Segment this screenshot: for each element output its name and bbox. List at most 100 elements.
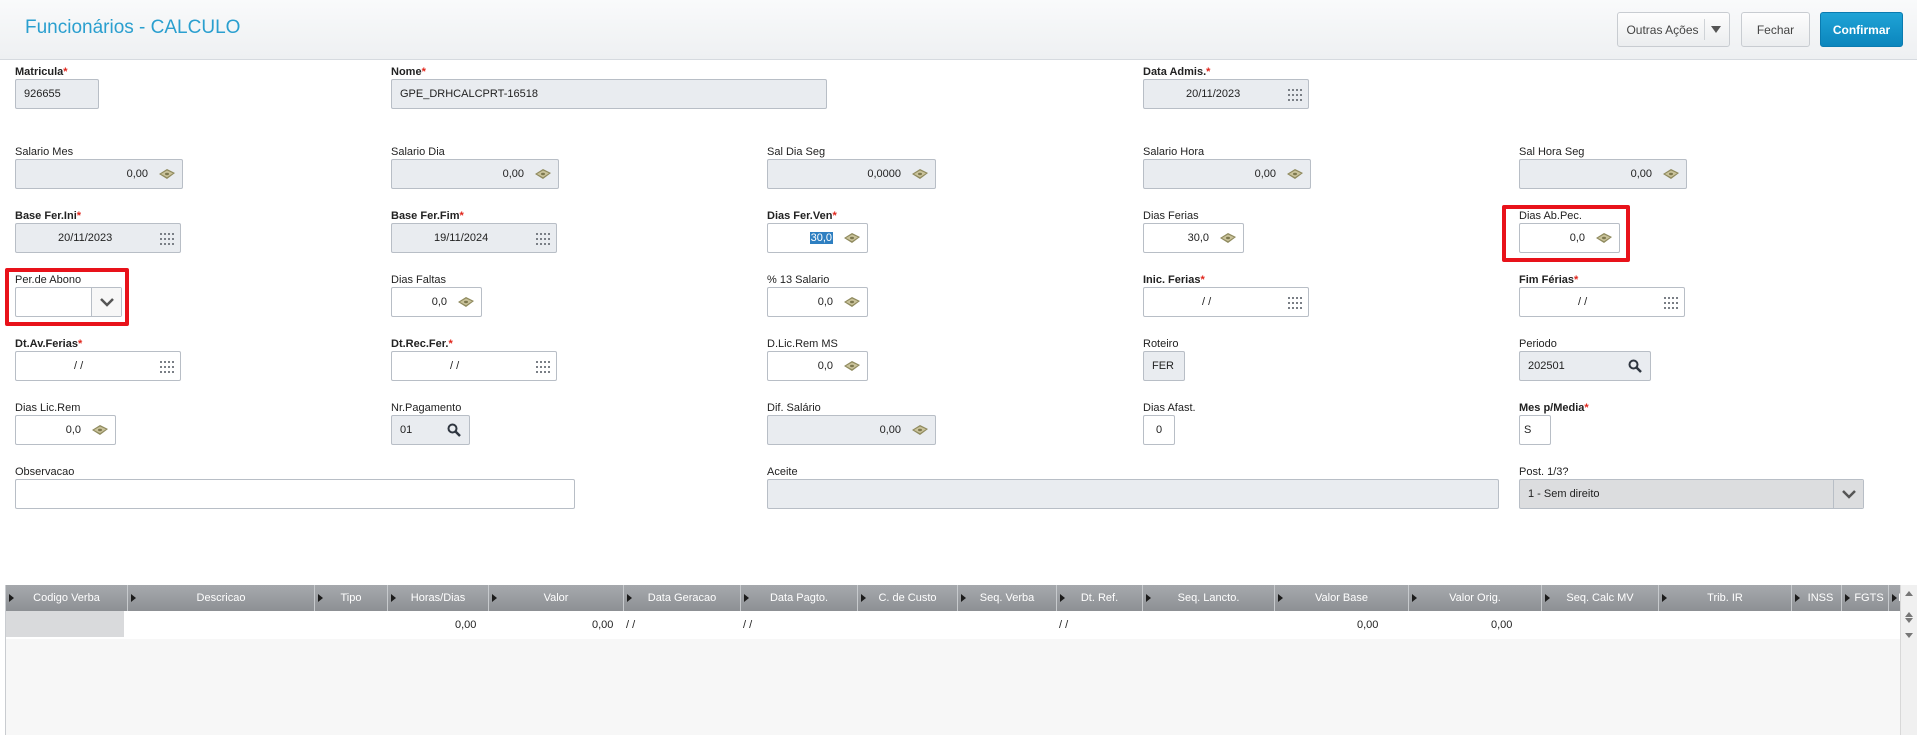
selected-cell[interactable] — [6, 611, 124, 637]
dt-rec-fer-label: Dt.Rec.Fer.* — [391, 338, 453, 350]
money-icon[interactable] — [1662, 168, 1680, 180]
selected-text: 30,0 — [809, 232, 833, 244]
dias-lic-rem-label: Dias Lic.Rem — [15, 402, 81, 414]
dt-rec-fer-field[interactable]: / / — [391, 351, 557, 381]
aceite-field[interactable] — [767, 479, 1499, 509]
calendar-icon[interactable] — [160, 361, 174, 373]
salario-dia-field[interactable]: 0,00 — [391, 159, 559, 189]
sort-arrow-icon — [861, 594, 866, 602]
money-icon[interactable] — [534, 168, 552, 180]
column-header[interactable]: Data Geracao — [624, 585, 741, 611]
sort-arrow-icon — [9, 594, 14, 602]
dt-av-ferias-label: Dt.Av.Ferias* — [15, 338, 83, 350]
nome-field[interactable]: GPE_DRHCALCPRT-16518 — [391, 79, 827, 109]
column-header[interactable]: Tipo — [315, 585, 388, 611]
d-lic-rem-ms-field[interactable]: 0,0 — [767, 351, 868, 381]
dias-ferias-field[interactable]: 30,0 — [1143, 223, 1244, 253]
money-icon[interactable] — [1286, 168, 1304, 180]
calendar-icon[interactable] — [536, 361, 550, 373]
sort-arrow-icon — [1545, 594, 1550, 602]
scroll-up-icon[interactable] — [1905, 591, 1913, 596]
fim-ferias-field[interactable]: / / — [1519, 287, 1685, 317]
column-header[interactable]: Descricao — [128, 585, 315, 611]
dias-afast-field[interactable]: 0 — [1143, 415, 1175, 445]
sort-arrow-icon — [1662, 594, 1667, 602]
sort-arrow-icon — [318, 594, 323, 602]
money-icon[interactable] — [91, 424, 109, 436]
per-de-abono-select[interactable] — [15, 287, 122, 317]
sal-hora-seg-field[interactable]: 0,00 — [1519, 159, 1687, 189]
dias-ab-pec-field[interactable]: 0,0 — [1519, 223, 1620, 253]
column-header[interactable]: Dt. Ref. — [1057, 585, 1143, 611]
chevron-down-icon[interactable] — [91, 288, 121, 316]
column-header[interactable]: Seq. Verba — [958, 585, 1057, 611]
dias-fer-ven-field[interactable]: 30,0 — [767, 223, 868, 253]
money-icon[interactable] — [843, 360, 861, 372]
sort-arrow-icon — [1892, 594, 1897, 602]
column-header[interactable]: Seq. Calc MV — [1542, 585, 1659, 611]
column-header[interactable]: Data Pagto. — [741, 585, 858, 611]
calendar-icon[interactable] — [1288, 297, 1302, 309]
column-header[interactable]: Horas/Dias — [388, 585, 489, 611]
column-header[interactable]: FGTS — [1842, 585, 1889, 611]
calendar-icon[interactable] — [1288, 89, 1302, 101]
money-icon[interactable] — [1595, 232, 1613, 244]
salario-hora-field[interactable]: 0,00 — [1143, 159, 1311, 189]
sort-arrow-icon — [1146, 594, 1151, 602]
close-button[interactable]: Fechar — [1741, 12, 1810, 47]
pct-13-salario-label: % 13 Salario — [767, 274, 830, 286]
money-icon[interactable] — [843, 296, 861, 308]
pct-13-salario-field[interactable]: 0,0 — [767, 287, 868, 317]
money-icon[interactable] — [1219, 232, 1237, 244]
column-header[interactable]: INSS — [1792, 585, 1842, 611]
more-actions-button[interactable]: Outras Ações — [1617, 12, 1730, 47]
dif-salario-field[interactable]: 0,00 — [767, 415, 936, 445]
scroll-up-icon[interactable] — [1905, 612, 1913, 617]
money-icon[interactable] — [158, 168, 176, 180]
cell-valor-orig: 0,00 — [1491, 619, 1513, 631]
inic-ferias-field[interactable]: / / — [1143, 287, 1309, 317]
search-icon[interactable] — [1628, 359, 1642, 373]
nr-pagamento-field[interactable]: 01 — [391, 415, 470, 445]
column-header[interactable]: Codigo Verba — [6, 585, 128, 611]
roteiro-field[interactable]: FER — [1143, 351, 1185, 381]
periodo-field[interactable]: 202501 — [1519, 351, 1651, 381]
chevron-down-icon[interactable] — [1833, 480, 1863, 508]
scroll-down-icon[interactable] — [1905, 618, 1913, 623]
data-admis-field[interactable]: 20/11/2023 — [1143, 79, 1309, 109]
calendar-icon[interactable] — [536, 233, 550, 245]
money-icon[interactable] — [911, 424, 929, 436]
base-fer-ini-field[interactable]: 20/11/2023 — [15, 223, 181, 253]
observacao-field[interactable] — [15, 479, 575, 509]
periodo-label: Periodo — [1519, 338, 1557, 350]
base-fer-fim-field[interactable]: 19/11/2024 — [391, 223, 557, 253]
vertical-scrollbar[interactable] — [1900, 585, 1917, 735]
search-icon[interactable] — [447, 423, 461, 437]
scroll-down-icon[interactable] — [1905, 633, 1913, 638]
calendar-icon[interactable] — [160, 233, 174, 245]
column-header[interactable]: Seq. Lancto. — [1143, 585, 1275, 611]
post-1-3-select[interactable]: 1 - Sem direito — [1519, 479, 1864, 509]
sort-arrow-icon — [1060, 594, 1065, 602]
dias-lic-rem-field[interactable]: 0,0 — [15, 415, 116, 445]
column-header[interactable]: Valor — [489, 585, 624, 611]
salario-mes-field[interactable]: 0,00 — [15, 159, 183, 189]
confirm-button[interactable]: Confirmar — [1820, 12, 1903, 47]
column-header[interactable]: Valor Orig. — [1409, 585, 1542, 611]
money-icon[interactable] — [911, 168, 929, 180]
table-row[interactable]: 0,00 0,00 / / / / / / 0,00 0,00 — [6, 611, 1901, 639]
money-icon[interactable] — [843, 232, 861, 244]
d-lic-rem-ms-label: D.Lic.Rem MS — [767, 338, 838, 350]
sort-arrow-icon — [1412, 594, 1417, 602]
column-header[interactable]: Valor Base — [1275, 585, 1409, 611]
column-header[interactable]: Trib. IR — [1659, 585, 1792, 611]
mes-p-media-field[interactable]: S — [1519, 415, 1551, 445]
column-header[interactable]: C. de Custo — [858, 585, 958, 611]
dt-av-ferias-field[interactable]: / / — [15, 351, 181, 381]
sal-dia-seg-field[interactable]: 0,0000 — [767, 159, 936, 189]
dias-faltas-field[interactable]: 0,0 — [391, 287, 482, 317]
per-de-abono-label: Per.de Abono — [15, 274, 82, 286]
calendar-icon[interactable] — [1664, 297, 1678, 309]
matricula-field[interactable]: 926655 — [15, 79, 99, 109]
money-icon[interactable] — [457, 296, 475, 308]
